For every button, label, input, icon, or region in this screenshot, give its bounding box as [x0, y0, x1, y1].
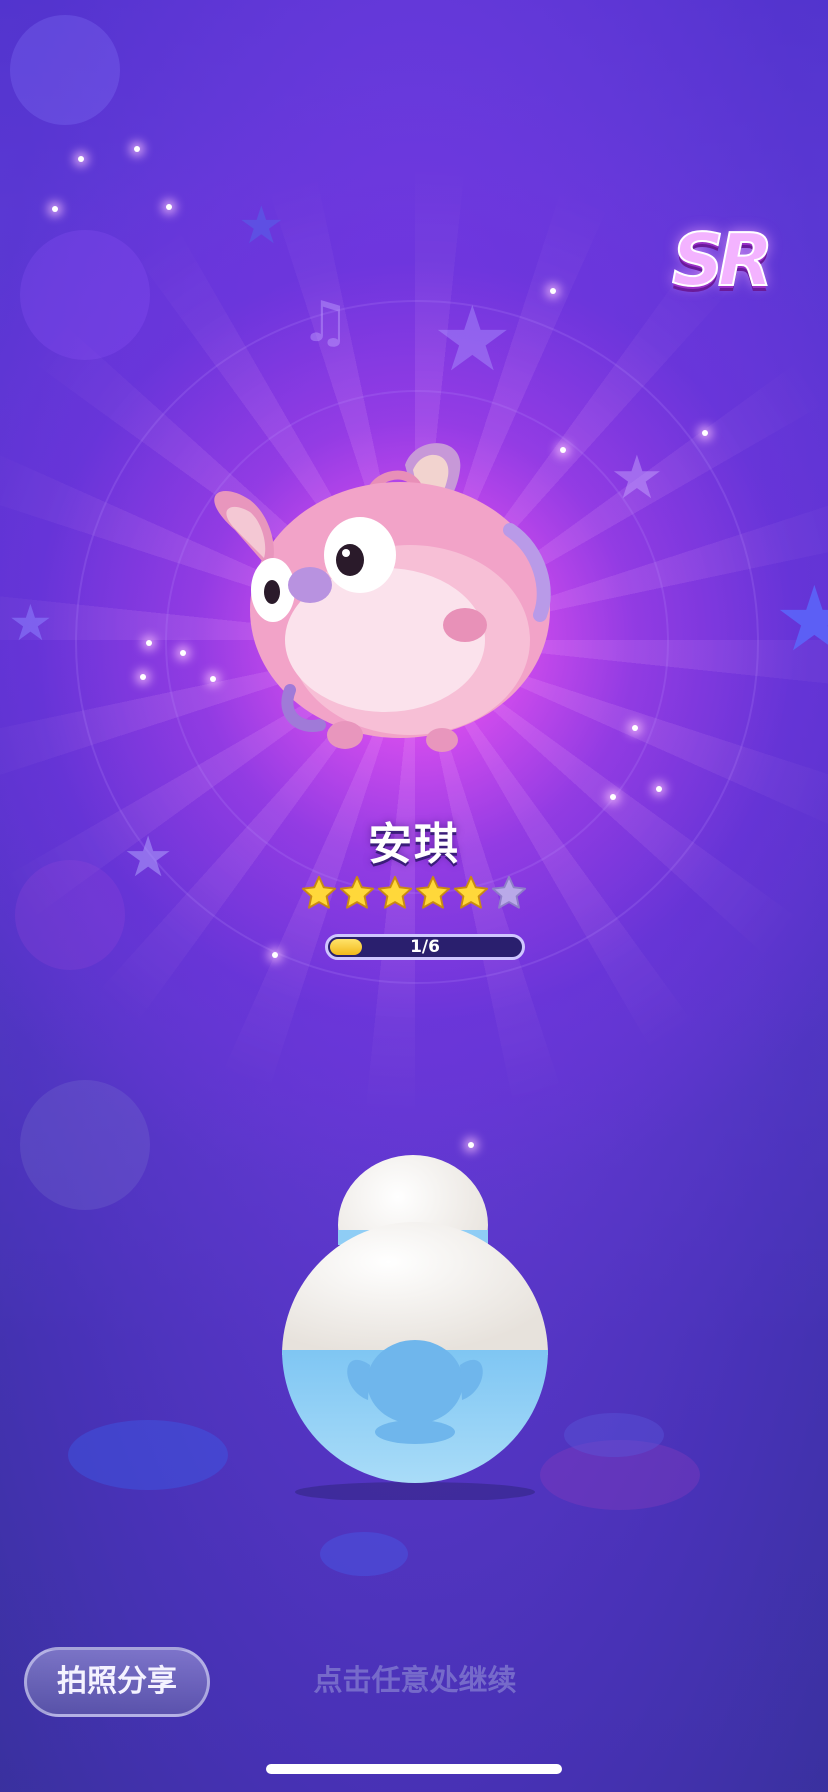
capsule-ball [282, 1155, 548, 1500]
character-illustration [214, 443, 551, 752]
music-note-icon: ♫ [300, 290, 351, 355]
star-rating [300, 872, 530, 916]
bokeh-light [564, 1413, 664, 1457]
sparkle [78, 156, 84, 162]
bokeh-light [10, 15, 120, 125]
sparkle [166, 204, 172, 210]
star-filled-icon [453, 875, 489, 909]
home-indicator[interactable] [266, 1764, 562, 1774]
bokeh-light [20, 1080, 150, 1210]
sparkle [134, 146, 140, 152]
sparkle [610, 794, 616, 800]
share-photo-button[interactable]: 拍照分享 [24, 1647, 210, 1717]
star-filled-icon [415, 875, 451, 909]
star-decoration: ★ [432, 287, 513, 392]
sparkle [702, 430, 708, 436]
sparkle [656, 786, 662, 792]
sparkle [272, 952, 278, 958]
progress-label: 1/6 [410, 937, 440, 957]
character-name: 安琪 [368, 819, 460, 870]
star-decoration: ★ [774, 567, 828, 672]
rarity-badge: SR [671, 217, 774, 303]
tap-to-continue-hint: 点击任意处继续 [313, 1663, 517, 1697]
star-filled-icon [301, 875, 337, 909]
star-decoration: ★ [610, 443, 664, 513]
bokeh-light [20, 230, 150, 360]
star-filled-icon [339, 875, 375, 909]
sparkle [632, 725, 638, 731]
star-filled-icon [377, 875, 413, 909]
sparkle [468, 1142, 474, 1148]
bokeh-light [68, 1420, 228, 1490]
bokeh-light [15, 860, 125, 970]
star-decoration: ★ [8, 594, 53, 652]
sparkle [180, 650, 186, 656]
sparkle [550, 288, 556, 294]
star-decoration: ★ [123, 825, 174, 890]
progress-bar: 1/6 [325, 934, 525, 960]
star-empty-icon [491, 875, 527, 909]
sparkle [140, 674, 146, 680]
sparkle [146, 640, 152, 646]
bokeh-light [320, 1532, 408, 1576]
gacha-result-screen[interactable]: ★ ★ ★ ★ ★ ★ ♫ SR 安琪 1/6 拍照分享 点击任意处继续 [0, 0, 828, 1792]
star-decoration: ★ [238, 196, 285, 256]
sparkle [52, 206, 58, 212]
